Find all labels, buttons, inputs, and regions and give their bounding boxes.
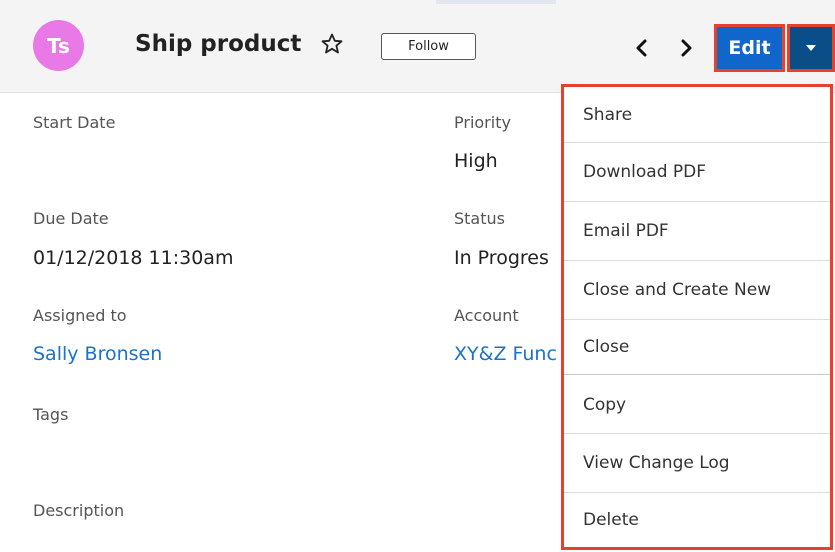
menu-divider	[564, 374, 830, 375]
account-link[interactable]: XY&Z Func	[454, 343, 557, 365]
caret-down-icon	[806, 45, 816, 51]
account-label: Account	[454, 306, 519, 325]
assigned-to-label: Assigned to	[33, 306, 127, 325]
header-accent-bar	[436, 0, 556, 4]
status-label: Status	[454, 209, 505, 228]
menu-item-close-and-create-new[interactable]: Close and Create New	[564, 261, 830, 319]
menu-item-close[interactable]: Close	[564, 320, 830, 374]
menu-item-delete[interactable]: Delete	[564, 493, 830, 547]
edit-button[interactable]: Edit	[714, 24, 785, 72]
avatar: Ts	[33, 20, 84, 71]
assigned-user-link[interactable]: Sally Bronsen	[33, 343, 162, 365]
due-date-value: 01/12/2018 11:30am	[33, 247, 234, 269]
next-record-icon[interactable]	[677, 38, 695, 58]
record-title: Ship product	[135, 31, 302, 57]
actions-dropdown-menu: Share Download PDF Email PDF Close and C…	[561, 84, 833, 550]
start-date-label: Start Date	[33, 113, 116, 132]
status-value: In Progres	[454, 247, 549, 269]
priority-label: Priority	[454, 113, 511, 132]
due-date-label: Due Date	[33, 209, 109, 228]
priority-value: High	[454, 150, 498, 172]
menu-item-copy[interactable]: Copy	[564, 377, 830, 433]
follow-button[interactable]: Follow	[381, 33, 476, 60]
menu-item-email-pdf[interactable]: Email PDF	[564, 202, 830, 260]
tags-label: Tags	[33, 405, 69, 424]
menu-item-view-change-log[interactable]: View Change Log	[564, 434, 830, 492]
menu-item-download-pdf[interactable]: Download PDF	[564, 143, 830, 201]
record-header: Ts Ship product Follow Edit	[0, 0, 835, 93]
menu-item-share[interactable]: Share	[564, 87, 830, 142]
actions-dropdown-button[interactable]	[787, 24, 835, 72]
description-label: Description	[33, 501, 125, 520]
favorite-star-icon[interactable]	[320, 32, 344, 56]
previous-record-icon[interactable]	[633, 38, 651, 58]
